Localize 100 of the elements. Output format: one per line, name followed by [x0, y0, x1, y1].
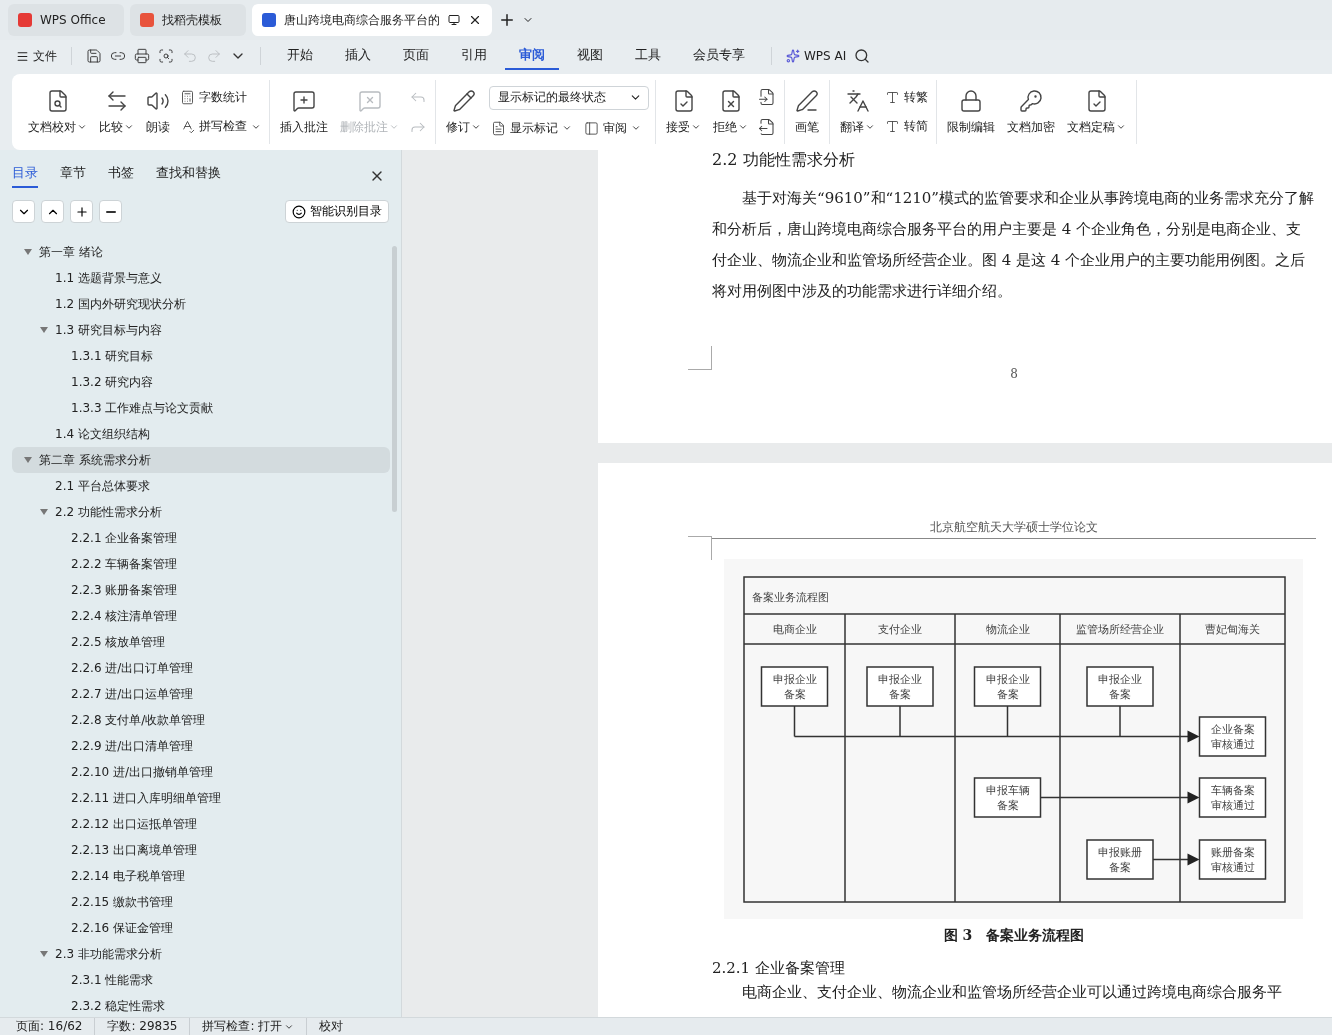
ribbon-button[interactable]: 接受 — [662, 86, 705, 138]
outline-item[interactable]: 2.2.14 电子税单管理 — [12, 863, 390, 889]
markup-dropdown[interactable]: 显示标记的最终状态 — [489, 85, 649, 110]
panel-icon — [584, 120, 599, 136]
ribbon-button[interactable]: 拒绝 — [709, 86, 752, 138]
caret-icon — [471, 122, 481, 132]
outline-item[interactable]: 1.1 选题背景与意义 — [12, 265, 390, 291]
outline-item[interactable]: 2.2.13 出口离境单管理 — [12, 837, 390, 863]
body-paragraph: 基于对海关“9610”和“1210”模式的监管要求和企业从事跨境电商的业务需求充分了解和分析后，唐山跨境电商综合服务平台的用户主要是 4 个企业角色，分别是电商企业、支付企业、物流企业和监管场所经营企业。图 4 是这 4 个企业用户的主要功能用例图。之后将对用例图中涉及的功能需求进行详细介绍。 — [712, 188, 1316, 302]
outline-item[interactable]: 2.1 平台总体要求 — [12, 473, 390, 499]
ribbon-button[interactable]: 转简 — [883, 116, 930, 137]
ribbon-button[interactable]: 比较 — [95, 86, 138, 138]
print-icon[interactable] — [132, 46, 152, 66]
outline-item[interactable]: 第二章 系统需求分析 — [12, 447, 390, 473]
expand-triangle-icon[interactable] — [40, 951, 48, 957]
outline-item[interactable]: 2.2.4 核注清单管理 — [12, 603, 390, 629]
sidebar-tab[interactable]: 目录 — [12, 164, 38, 188]
status-item[interactable]: 页面: 16/62 — [16, 1018, 96, 1035]
app-logo-icon — [18, 13, 32, 27]
expand-down-button[interactable] — [12, 200, 35, 223]
ribbon-tab[interactable]: 引用 — [447, 42, 501, 70]
outline-item[interactable]: 1.3.3 工作难点与论文贡献 — [12, 395, 390, 421]
outline-item[interactable]: 2.2.16 保证金管理 — [12, 915, 390, 941]
ribbon-button[interactable]: 插入批注 — [276, 86, 332, 138]
outline-item[interactable]: 2.2.15 缴款书管理 — [12, 889, 390, 915]
outline-item[interactable]: 1.3.1 研究目标 — [12, 343, 390, 369]
save-icon[interactable] — [84, 46, 104, 66]
ribbon-tab[interactable]: 页面 — [389, 42, 443, 70]
ribbon-button[interactable]: 文档校对 — [24, 86, 91, 138]
sidebar-tab[interactable]: 书签 — [108, 164, 134, 188]
ribbon-button[interactable]: 文档定稿 — [1063, 86, 1130, 138]
ribbon-button[interactable]: 显示标记 — [489, 117, 574, 139]
outline-item[interactable]: 2.2.5 核放单管理 — [12, 629, 390, 655]
caret-icon — [631, 123, 641, 133]
print-preview-icon[interactable] — [156, 46, 176, 66]
ribbon-tab[interactable]: 会员专享 — [679, 42, 759, 70]
expand-triangle-icon[interactable] — [24, 457, 32, 463]
ribbon-button[interactable]: 修订 — [442, 86, 485, 138]
ribbon-button[interactable]: 拼写检查 — [178, 116, 263, 137]
outline-item[interactable]: 2.2.2 车辆备案管理 — [12, 551, 390, 577]
outline-item[interactable]: 1.2 国内外研究现状分析 — [12, 291, 390, 317]
outline-item[interactable]: 2.2.1 企业备案管理 — [12, 525, 390, 551]
outline-item[interactable]: 2.2.11 进口入库明细单管理 — [12, 785, 390, 811]
ribbon-button[interactable]: 转繁 — [883, 87, 930, 108]
ribbon-tab[interactable]: 插入 — [331, 42, 385, 70]
smart-toc-button[interactable]: 智能识别目录 — [285, 200, 389, 223]
document-out-icon — [758, 118, 776, 136]
remove-button[interactable] — [99, 200, 122, 223]
status-item[interactable]: 字数: 29835 — [107, 1018, 191, 1035]
monitor-icon[interactable] — [448, 14, 460, 26]
ribbon-button[interactable]: 审阅 — [582, 117, 643, 139]
browser-tab[interactable]: 找稻壳模板 — [130, 4, 246, 36]
status-item[interactable]: 拼写检查: 打开 — [202, 1018, 308, 1035]
outline-item[interactable]: 1.3.2 研究内容 — [12, 369, 390, 395]
scrollbar-thumb[interactable] — [392, 246, 397, 512]
process-box: 申报企业 备案 — [1085, 666, 1154, 707]
ribbon-button[interactable]: 限制编辑 — [943, 86, 999, 138]
collapse-up-button[interactable] — [41, 200, 64, 223]
process-box: 申报企业 备案 — [973, 666, 1041, 707]
outline-item[interactable]: 2.3.1 性能需求 — [12, 967, 390, 993]
browser-tab[interactable]: 唐山跨境电商综合服务平台的 — [252, 4, 492, 36]
close-icon[interactable] — [468, 13, 482, 27]
outline-item[interactable]: 2.2.12 出口运抵单管理 — [12, 811, 390, 837]
ribbon-tab[interactable]: 视图 — [563, 42, 617, 70]
browser-tab[interactable]: WPS Office — [8, 4, 124, 36]
ribbon-button[interactable]: 翻译 — [836, 86, 879, 138]
expand-triangle-icon[interactable] — [24, 249, 32, 255]
sidebar-tab[interactable]: 查找和替换 — [156, 164, 221, 188]
outline-item[interactable]: 2.2.10 进/出口撤销单管理 — [12, 759, 390, 785]
pencil-icon — [451, 88, 476, 113]
ai-button[interactable]: WPS AI — [784, 47, 849, 65]
outline-item[interactable]: 1.4 论文组织结构 — [12, 421, 390, 447]
outline-item[interactable]: 2.2 功能性需求分析 — [12, 499, 390, 525]
ribbon-button[interactable]: 字数统计 — [178, 87, 263, 108]
ribbon-button[interactable]: 文档加密 — [1003, 86, 1059, 138]
ribbon-button[interactable]: 朗读 — [142, 86, 174, 138]
outline-item[interactable]: 2.3.2 稳定性需求 — [12, 993, 390, 1019]
sidebar-tab[interactable]: 章节 — [60, 164, 86, 188]
add-button[interactable] — [70, 200, 93, 223]
outline-item[interactable]: 2.3 非功能需求分析 — [12, 941, 390, 967]
caret-icon — [865, 122, 875, 132]
outline-item[interactable]: 2.2.7 进/出口运单管理 — [12, 681, 390, 707]
expand-triangle-icon[interactable] — [40, 509, 48, 515]
translate-icon — [845, 88, 870, 113]
file-menu[interactable]: 文件 — [14, 45, 59, 67]
outline-item[interactable]: 1.3 研究目标与内容 — [12, 317, 390, 343]
outline-item[interactable]: 第一章 绪论 — [12, 239, 390, 265]
calculator-icon — [180, 90, 195, 105]
ribbon-tab[interactable]: 审阅 — [505, 42, 559, 70]
outline-item[interactable]: 2.2.6 进/出口订单管理 — [12, 655, 390, 681]
lock-icon — [959, 88, 983, 113]
outline-item[interactable]: 2.2.8 支付单/收款单管理 — [12, 707, 390, 733]
status-item[interactable]: 校对 — [319, 1018, 356, 1035]
expand-triangle-icon[interactable] — [40, 327, 48, 333]
ribbon-tab[interactable]: 工具 — [621, 42, 675, 70]
ribbon-button[interactable]: 画笔 — [791, 86, 823, 138]
outline-item[interactable]: 2.2.3 账册备案管理 — [12, 577, 390, 603]
ribbon-tab[interactable]: 开始 — [273, 42, 327, 70]
outline-item[interactable]: 2.2.9 进/出口清单管理 — [12, 733, 390, 759]
plus-icon[interactable] — [498, 11, 516, 29]
